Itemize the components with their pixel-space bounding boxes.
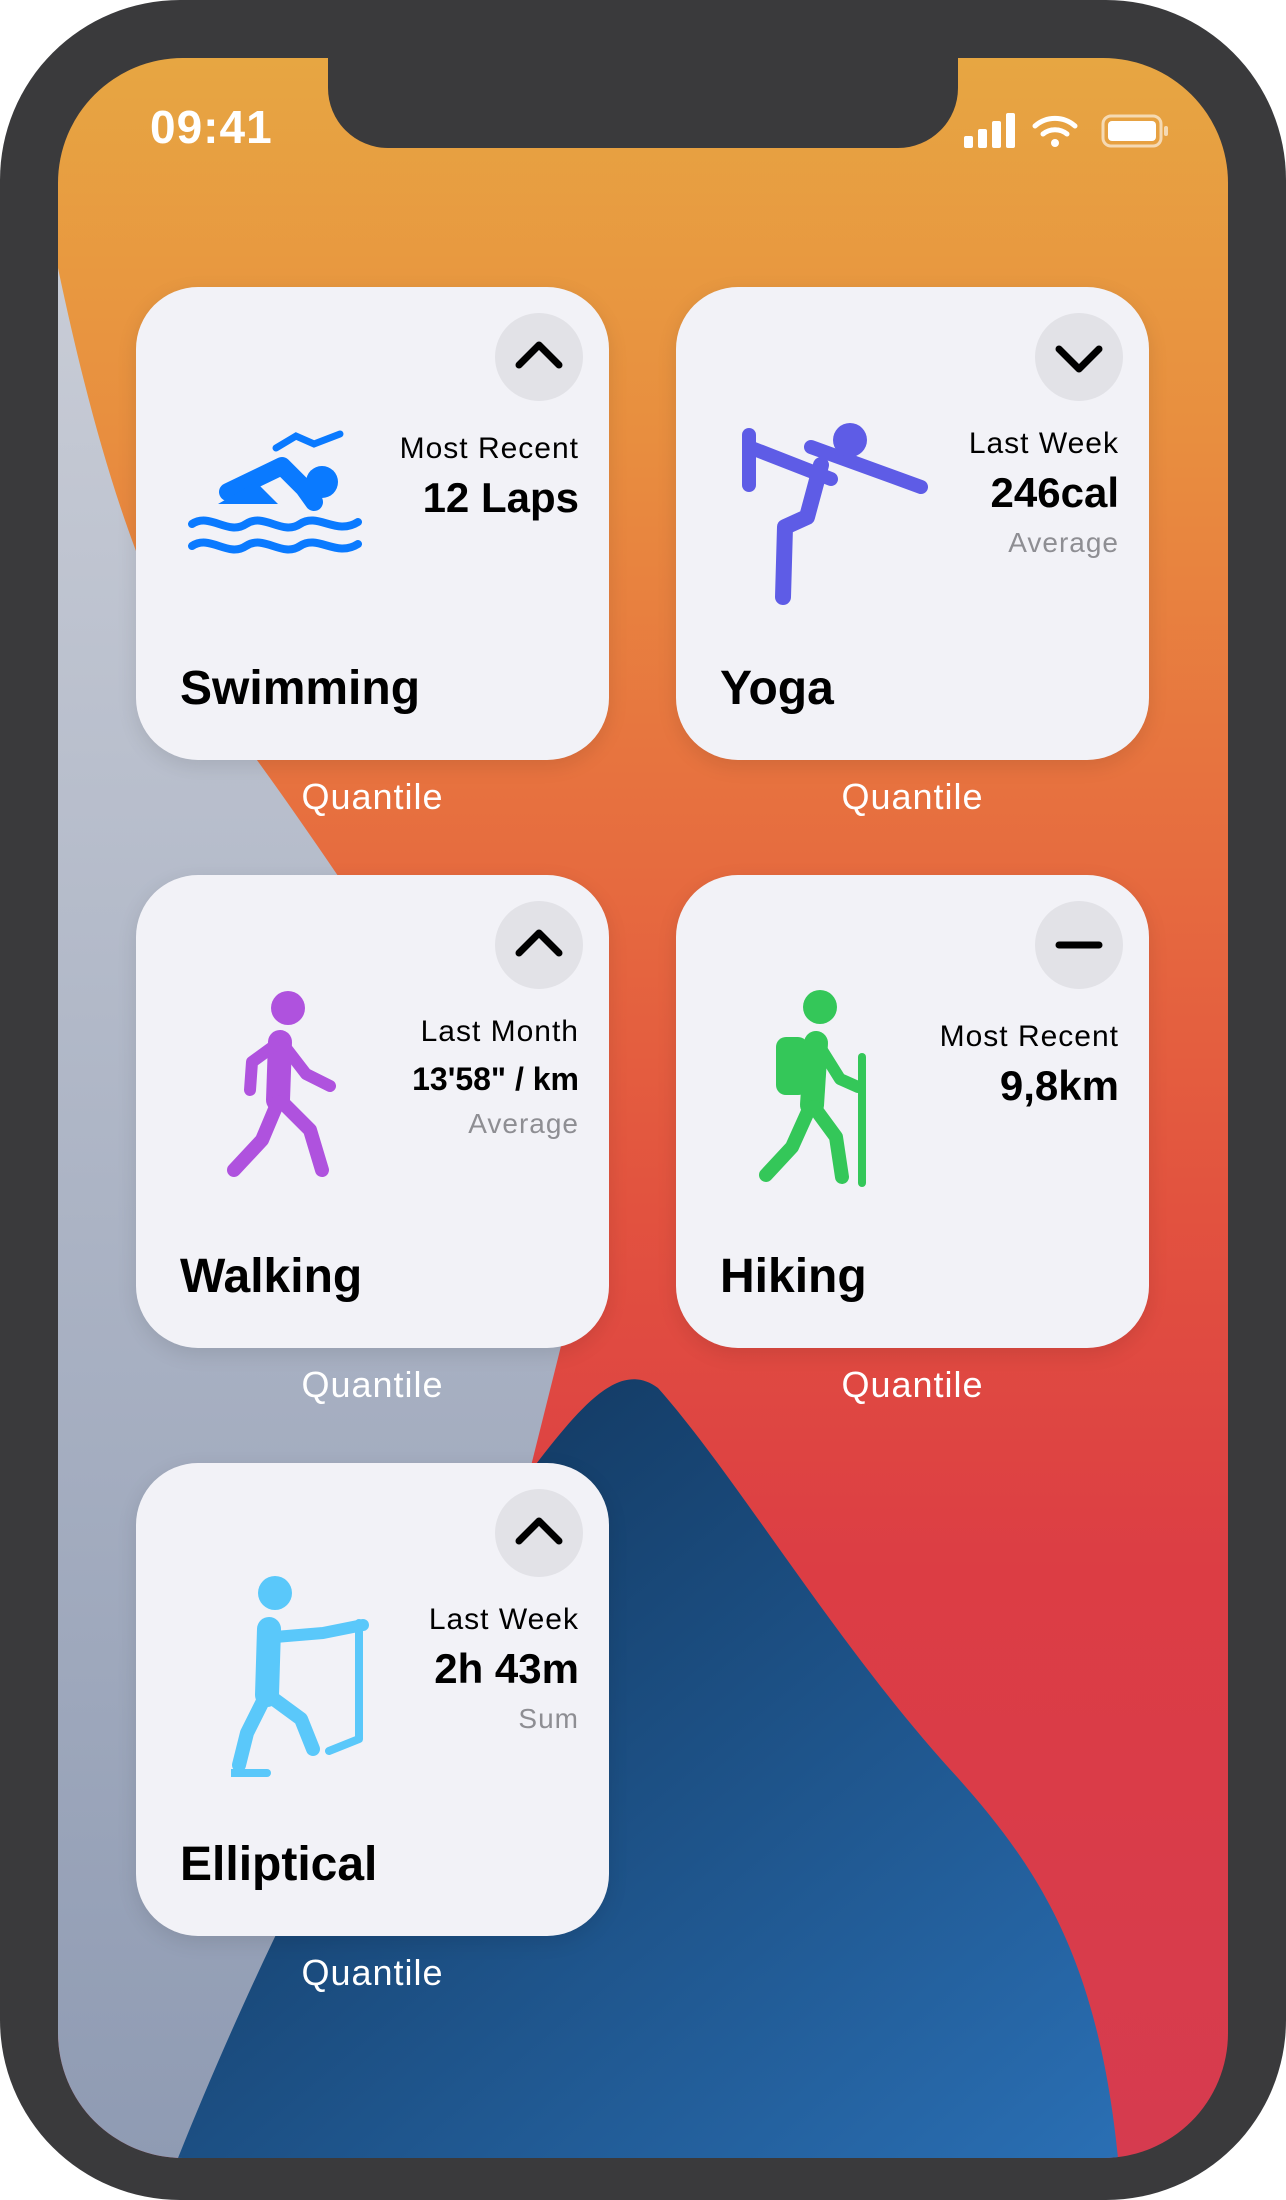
widget-title: Swimming — [180, 662, 421, 715]
widget-title: Hiking — [720, 1250, 867, 1303]
trend-up-button[interactable] — [495, 901, 583, 989]
widget-caption: Quantile — [841, 776, 984, 817]
widget-walking[interactable]: Last Month 13'58" / km Average Walking — [136, 875, 609, 1348]
chevron-up-icon — [515, 929, 563, 957]
widget-swimming[interactable]: Most Recent 12 Laps Swimming — [136, 287, 609, 760]
hiking-icon — [759, 990, 866, 1187]
status-icons — [960, 110, 1180, 159]
chevron-down-icon — [1055, 345, 1103, 373]
elliptical-icon — [231, 1576, 369, 1777]
metric-period: Most Recent — [939, 1020, 1119, 1053]
metric-note: Average — [468, 1108, 579, 1139]
widget-yoga[interactable]: Last Week 246cal Average Yoga — [676, 287, 1149, 760]
battery-icon — [1101, 114, 1168, 148]
trend-up-button[interactable] — [495, 1489, 583, 1577]
trend-up-button[interactable] — [495, 313, 583, 401]
minus-icon — [1055, 941, 1103, 949]
swimming-icon — [188, 430, 362, 554]
walking-icon — [227, 991, 336, 1177]
metric-note: Sum — [518, 1703, 579, 1734]
widget-title: Elliptical — [180, 1838, 378, 1891]
metric: Most Recent 9,8km — [940, 1020, 1119, 1110]
metric-value: 2h 43m — [434, 1645, 579, 1692]
widget-caption: Quantile — [841, 1364, 984, 1405]
metric: Last Week 246cal Average — [969, 427, 1119, 559]
metric-period: Last Week — [428, 1603, 579, 1636]
metric-note: Average — [1008, 527, 1119, 558]
trend-flat-button[interactable] — [1035, 901, 1123, 989]
metric-period: Most Recent — [399, 432, 579, 465]
metric-value: 13'58" / km — [412, 1061, 579, 1097]
widget-title: Yoga — [720, 662, 834, 715]
metric-value: 246cal — [990, 469, 1119, 516]
widget-elliptical[interactable]: Last Week 2h 43m Sum Elliptical — [136, 1463, 609, 1936]
chevron-up-icon — [515, 341, 563, 369]
metric: Last Month 13'58" / km Average — [412, 1015, 579, 1140]
yoga-icon — [742, 423, 928, 605]
metric-period: Last Month — [420, 1015, 579, 1048]
widget-hiking[interactable]: Most Recent 9,8km Hiking — [676, 875, 1149, 1348]
widget-caption: Quantile — [301, 776, 444, 817]
notch — [328, 58, 958, 148]
widget-caption: Quantile — [301, 1364, 444, 1405]
widget-caption: Quantile — [301, 1952, 444, 1993]
metric-value: 9,8km — [999, 1062, 1119, 1109]
cellular-signal-icon — [964, 113, 1015, 148]
metric: Most Recent 12 Laps — [400, 432, 579, 522]
chevron-up-icon — [515, 1517, 563, 1545]
metric-period: Last Week — [968, 427, 1119, 460]
widget-title: Walking — [180, 1250, 363, 1303]
wifi-icon — [1032, 115, 1078, 147]
metric-value: 12 Laps — [422, 474, 579, 521]
metric: Last Week 2h 43m Sum — [429, 1603, 579, 1735]
status-time: 09:41 — [150, 101, 273, 153]
trend-down-button[interactable] — [1035, 313, 1123, 401]
